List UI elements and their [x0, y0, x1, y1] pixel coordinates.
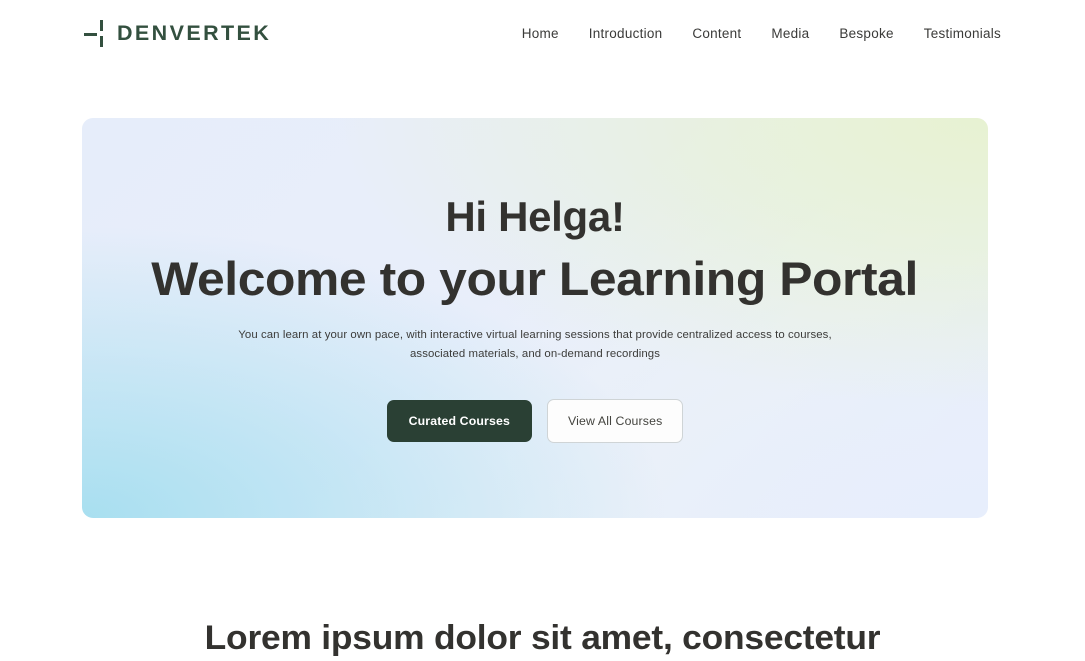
hero-title: Welcome to your Learning Portal — [151, 251, 919, 305]
brand-name: DENVERTEK — [117, 21, 272, 46]
nav-item-introduction[interactable]: Introduction — [589, 27, 663, 41]
hero-greeting: Hi Helga! — [445, 193, 625, 240]
site-header: DENVERTEK Home Introduction Content Medi… — [0, 0, 1085, 68]
hero-subtitle: You can learn at your own pace, with int… — [238, 329, 832, 360]
nav-item-home[interactable]: Home — [522, 27, 559, 41]
curated-courses-button[interactable]: Curated Courses — [386, 400, 532, 443]
section-heading: Lorem ipsum dolor sit amet, consectetur — [204, 619, 881, 657]
nav-item-bespoke[interactable]: Bespoke — [839, 27, 893, 41]
view-all-courses-button[interactable]: View All Courses — [546, 399, 684, 444]
hero-banner: Hi Helga! Welcome to your Learning Porta… — [82, 118, 988, 518]
nav-item-content[interactable]: Content — [692, 27, 741, 41]
hero-action-buttons: Curated Courses View All Courses — [386, 399, 684, 444]
hero-content: Hi Helga! Welcome to your Learning Porta… — [82, 118, 988, 444]
brand-logo-link[interactable]: DENVERTEK — [84, 19, 271, 49]
nav-item-media[interactable]: Media — [771, 27, 809, 41]
page-root: DENVERTEK Home Introduction Content Medi… — [0, 0, 1085, 661]
nav-item-testimonials[interactable]: Testimonials — [924, 27, 1001, 41]
dash-grid-logo-icon — [84, 19, 108, 49]
main-navigation: Home Introduction Content Media Bespoke … — [522, 27, 1001, 41]
